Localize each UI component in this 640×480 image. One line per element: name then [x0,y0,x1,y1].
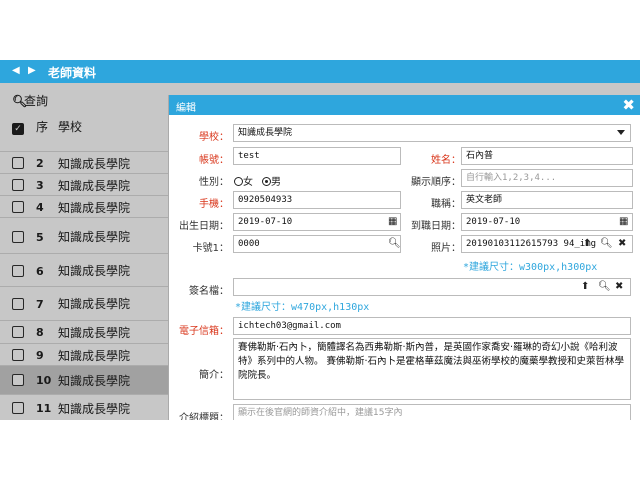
position-label: 職稱： [431,199,461,210]
gender-male-option[interactable]: 男 [262,173,281,188]
school-select[interactable]: 知識成長學院 [233,124,631,142]
account-label: 帳號： [199,155,229,166]
mobile-label: 手機： [199,199,229,210]
gender-female-label: 女 [243,177,253,188]
account-input[interactable]: test [233,147,401,165]
gender-female-option[interactable]: 女 [234,173,253,188]
chevron-right-icon[interactable]: ▶ [28,65,36,76]
intro-title-input[interactable]: 顯示在後官網的師資介紹中，建議15字內 [233,404,631,420]
photo-label: 照片： [431,243,461,254]
top-bar: ◀ ▶ 老師資料 [0,60,640,83]
bio-label: 簡介： [199,370,229,381]
mobile-input[interactable]: 0920504933 [233,191,401,209]
birthday-label: 出生日期： [179,221,229,232]
email-label: 電子信箱： [179,326,229,337]
close-icon[interactable]: ✖ [615,281,623,292]
gender-male-label: 男 [271,177,281,188]
chevron-left-icon[interactable]: ◀ [12,65,20,76]
name-label: 姓名： [431,155,461,166]
search-icon[interactable]: 🔍︎ [598,281,611,292]
page-title: 老師資料 [48,66,97,80]
upload-icon[interactable]: ⬆ [583,238,591,249]
school-label: 學校： [199,132,229,143]
signature-input[interactable] [233,278,631,296]
photo-size-hint: *建議尺寸：w300px,h300px [463,262,598,273]
card-no-label: 卡號1： [192,243,229,254]
school-value: 知識成長學院 [238,128,293,138]
page-footer-blank [0,420,640,480]
birthday-value: 2019-07-10 [238,217,293,227]
name-input[interactable]: 石內普 [461,147,633,165]
radio-female[interactable] [234,177,243,186]
hire-date-label: 到職日期： [411,221,461,232]
gender-label: 性別： [199,177,229,188]
edit-dialog: 編輯 ✖ 學校： 知識成長學院 帳號： test 姓名： 石內普 性別： 女 男… [168,95,640,420]
email-input[interactable]: ichtech03@gmail.com [233,317,631,335]
hire-date-value: 2019-07-10 [466,217,521,227]
birthday-input[interactable]: 2019-07-10 [233,213,401,231]
search-icon[interactable]: 🔍︎ [388,238,401,249]
calendar-icon[interactable]: ▦ [619,216,628,227]
signature-label: 簽名檔： [189,286,229,297]
bio-textarea[interactable]: 賽佛勒斯·石內卜，簡體譯名為西弗勒斯·斯內普，是英國作家喬安·羅琳的奇幻小說《哈… [233,338,631,400]
dialog-title: 編輯 [176,103,196,114]
upload-icon[interactable]: ⬆ [581,281,589,292]
display-order-label: 顯示順序： [411,177,461,188]
signature-size-hint: *建議尺寸：w470px,h130px [235,302,370,313]
chevron-down-icon [617,130,625,135]
dialog-header: 編輯 ✖ [169,95,640,115]
intro-title-label: 介紹標題： [179,413,229,420]
close-icon[interactable]: ✖ [618,238,626,249]
card-no-value: 0000 [238,239,260,249]
calendar-icon[interactable]: ▦ [388,216,397,227]
radio-male[interactable] [262,177,271,186]
card-no-input[interactable]: 0000 [233,235,401,253]
close-icon[interactable]: ✖ [622,96,635,114]
position-input[interactable]: 英文老師 [461,191,633,209]
display-order-input[interactable]: 自行輸入1,2,3,4... [461,169,633,187]
search-icon[interactable]: 🔍︎ [600,238,613,249]
hire-date-input[interactable]: 2019-07-10 [461,213,633,231]
